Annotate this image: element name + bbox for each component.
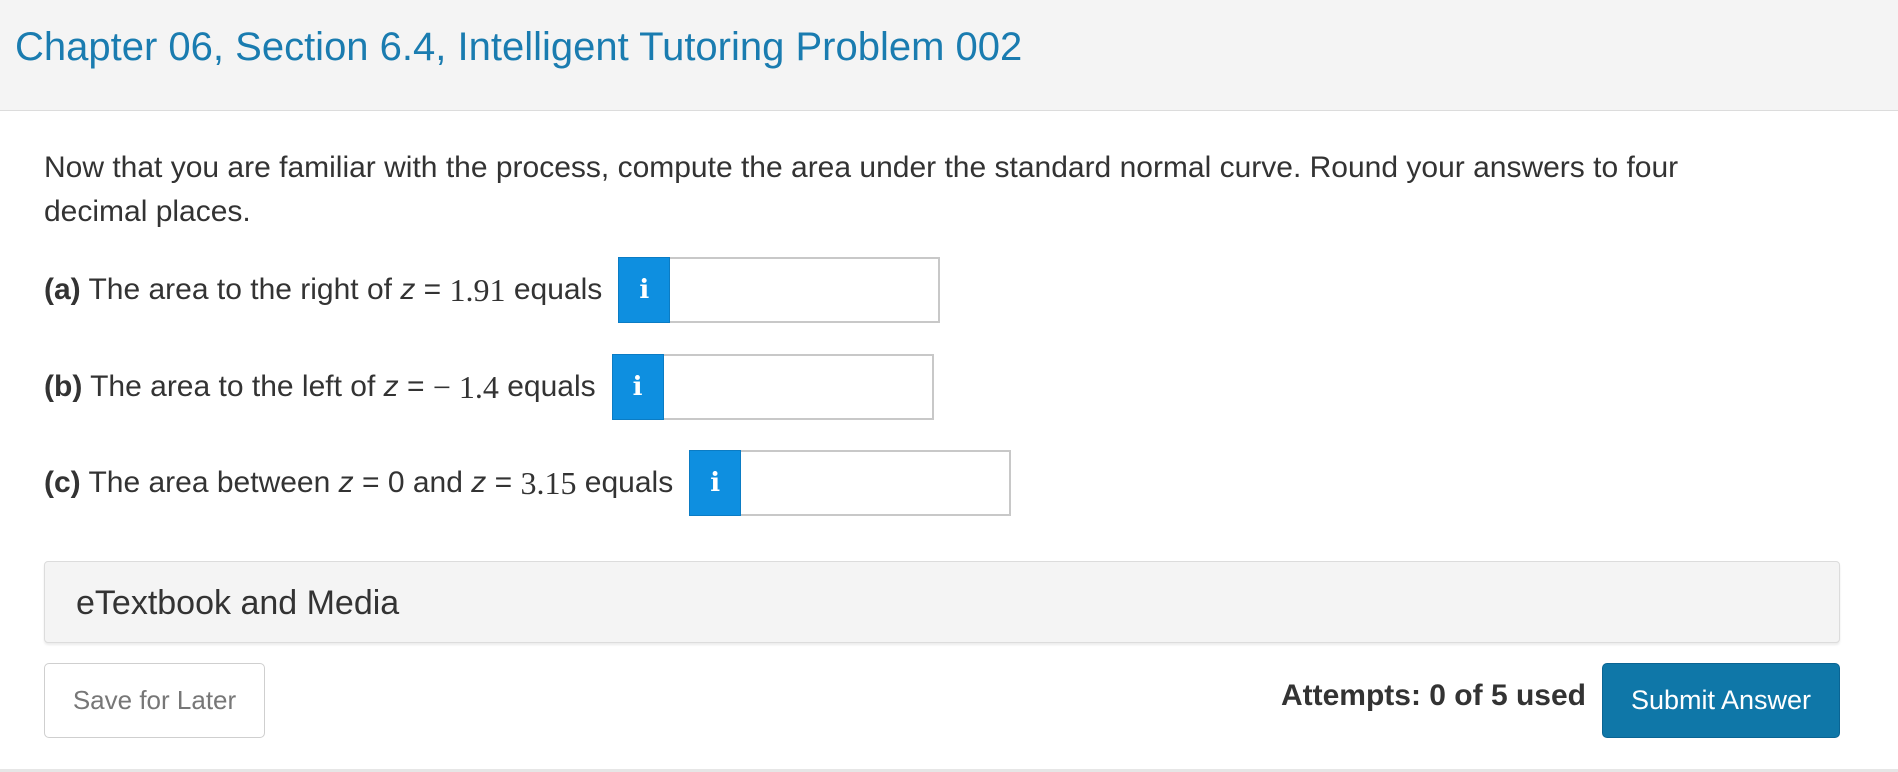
question-b-info-button[interactable]: i <box>611 354 664 420</box>
question-a-equals-sign: = <box>415 273 450 306</box>
question-c-equals-sign-2: = <box>486 466 521 499</box>
question-b-row: (b) The area to the left of z = − 1.4 eq… <box>44 354 934 420</box>
question-c-info-button[interactable]: i <box>689 450 742 516</box>
question-c-variable-2: z <box>471 466 487 499</box>
attempts-counter: Attempts: 0 of 5 used <box>1280 679 1586 712</box>
etextbook-media-label: eTextbook and Media <box>76 584 400 622</box>
etextbook-media-panel[interactable]: eTextbook and Media <box>44 561 1840 643</box>
question-a-variable: z <box>400 273 416 306</box>
question-b-variable: z <box>383 370 399 403</box>
question-c-answer-input[interactable] <box>741 450 1012 516</box>
question-b-suffix: equals <box>498 370 596 403</box>
question-b-text: The area to the left of <box>82 370 384 403</box>
save-for-later-button[interactable]: Save for Later <box>44 663 265 738</box>
problem-instructions: Now that you are familiar with the proce… <box>44 151 1679 228</box>
problem-header: Chapter 06, Section 6.4, Intelligent Tut… <box>0 0 1898 111</box>
submit-answer-button[interactable]: Submit Answer <box>1602 663 1840 738</box>
question-a-z-value: 1.91 <box>449 271 506 308</box>
question-b-letter: (b) <box>44 370 83 403</box>
question-b-answer-input[interactable] <box>663 354 934 420</box>
question-a-text: The area to the right of <box>80 273 401 306</box>
question-c-z-value-2: 3.15 <box>520 464 577 501</box>
question-c-letter: (c) <box>44 466 81 499</box>
question-c-equals-sign-1: = <box>353 466 388 499</box>
question-a-answer-input[interactable] <box>670 257 941 323</box>
question-c-text: The area between <box>80 466 339 499</box>
question-a-suffix: equals <box>505 273 603 306</box>
question-b-equals-sign: = <box>398 370 433 403</box>
question-c-suffix: equals <box>576 466 674 499</box>
problem-title: Chapter 06, Section 6.4, Intelligent Tut… <box>15 25 1023 69</box>
question-c-row: (c) The area between z = 0 and z = 3.15 … <box>44 450 1012 516</box>
question-a-letter: (a) <box>44 273 81 306</box>
question-c-z-value-1: 0 <box>387 466 405 499</box>
question-b-z-value: − 1.4 <box>432 368 499 405</box>
question-a-info-button[interactable]: i <box>618 257 671 323</box>
question-c-variable-1: z <box>338 466 354 499</box>
question-c-conjunction: and <box>404 466 472 499</box>
question-a-row: (a) The area to the right of z = 1.91 eq… <box>44 257 941 323</box>
